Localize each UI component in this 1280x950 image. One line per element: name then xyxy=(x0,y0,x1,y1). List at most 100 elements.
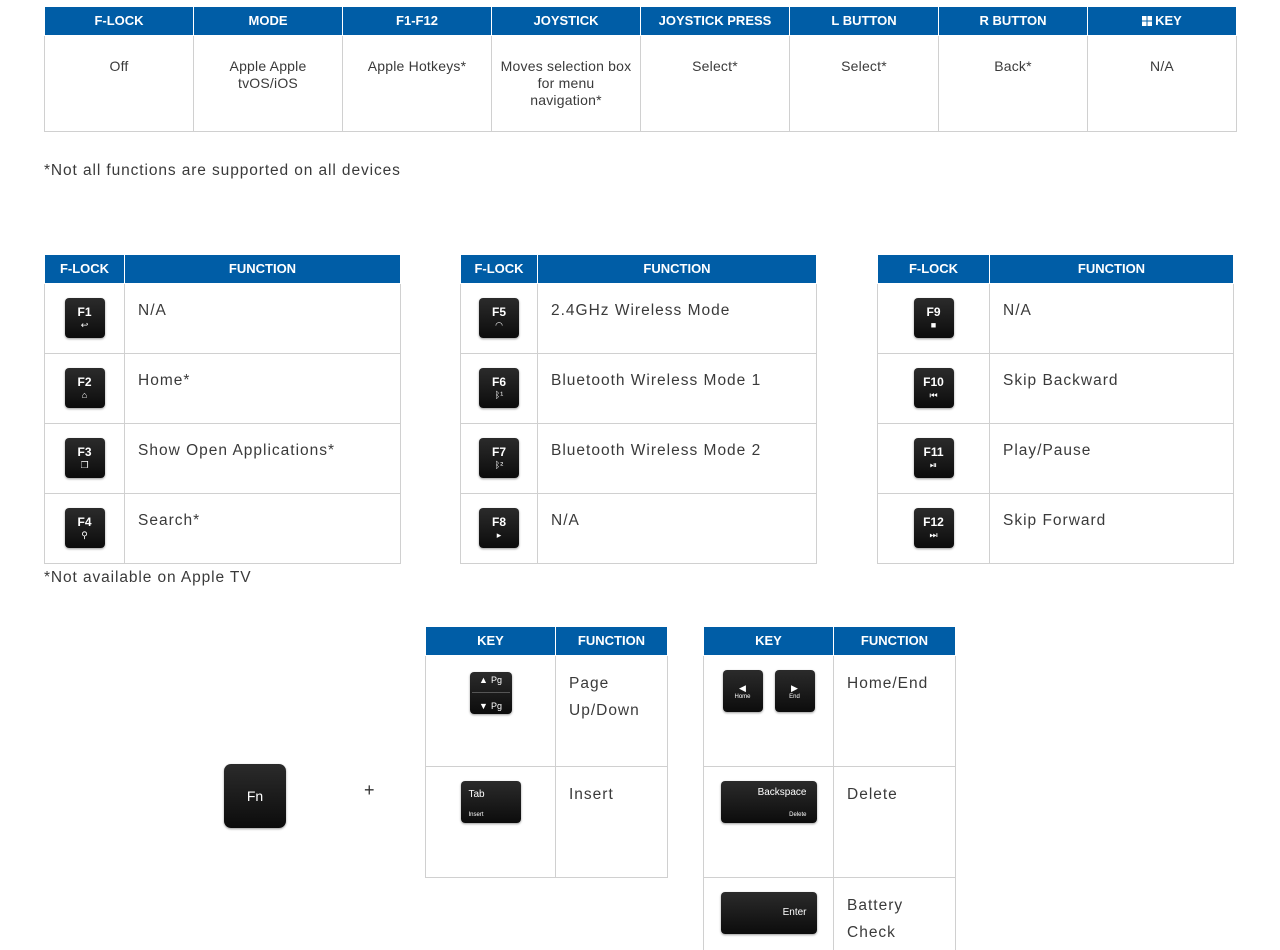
back-arrow-icon: ↩ xyxy=(80,320,89,330)
end-key: ▶ End xyxy=(774,669,815,712)
function-text: Page Up/Down xyxy=(555,654,668,767)
fkey-table-3: F-LOCK FUNCTION F9 ■ N/A F10 ⏮ Skip Backwa… xyxy=(877,255,1234,564)
cell-r-button: Back* xyxy=(938,34,1088,132)
play-pause-icon: ⏯ xyxy=(929,460,938,470)
play-circle-icon: ▸ xyxy=(496,530,502,540)
skip-forward-icon: ⏭ xyxy=(929,530,938,540)
cell-l-button: Select* xyxy=(789,34,939,132)
bluetooth-1-icon: ᛒ¹ xyxy=(494,390,504,400)
home-key: ◀ Home xyxy=(722,669,763,712)
table-row: Enter Battery Check xyxy=(703,876,956,950)
header-function: FUNCTION xyxy=(833,627,956,656)
header-function: FUNCTION xyxy=(537,255,817,284)
cell-f-lock: Off xyxy=(44,34,194,132)
header-f-lock: F-LOCK xyxy=(44,255,125,284)
header-mode: MODE xyxy=(193,7,343,36)
fkey-table-3-header: F-LOCK FUNCTION xyxy=(877,255,1234,284)
combo-table-1-header: KEY FUNCTION xyxy=(425,627,668,656)
function-text: Skip Forward xyxy=(989,492,1234,564)
f3-key: F3 ❐ xyxy=(64,438,105,478)
function-text: N/A xyxy=(124,282,401,354)
f6-key: F6 ᛒ¹ xyxy=(479,368,519,408)
wireless-icon: ◠ xyxy=(495,320,503,330)
home-icon: ⌂ xyxy=(81,390,88,400)
f4-key: F4 ⚲ xyxy=(64,508,105,548)
arrow-right-icon: ▶ xyxy=(791,682,798,693)
header-key: KEY xyxy=(703,627,834,656)
table-row: F4 ⚲ Search* xyxy=(44,492,401,564)
arrow-left-icon: ◀ xyxy=(739,682,746,693)
header-l-button: L BUTTON xyxy=(789,7,939,36)
search-icon: ⚲ xyxy=(81,530,88,540)
table-row: F2 ⌂ Home* xyxy=(44,352,401,424)
header-f1-f12: F1-F12 xyxy=(342,7,492,36)
mode-table: F-LOCK MODE F1-F12 JOYSTICK JOYSTICK PRE… xyxy=(44,7,1237,132)
tab-key: Tab Insert xyxy=(460,780,521,823)
header-f-lock: F-LOCK xyxy=(460,255,538,284)
function-text: Play/Pause xyxy=(989,422,1234,494)
open-apps-icon: ❐ xyxy=(80,460,89,470)
f10-key: F10 ⏮ xyxy=(913,368,954,408)
header-joystick: JOYSTICK xyxy=(491,7,641,36)
header-r-button: R BUTTON xyxy=(938,7,1088,36)
table-row: F3 ❐ Show Open Applications* xyxy=(44,422,401,494)
page-up-down-key: ▲ Pg ▼ Pg xyxy=(469,671,512,714)
cell-joystick: Moves selection box for menu navigation* xyxy=(491,34,641,132)
header-f-lock: F-LOCK xyxy=(877,255,990,284)
f12-key: F12 ⏭ xyxy=(913,508,954,548)
stop-icon: ■ xyxy=(930,320,937,330)
fkey-table-1: F-LOCK FUNCTION F1 ↩ N/A F2 ⌂ Home* F3 ❐ Sh… xyxy=(44,255,401,564)
fkey-table-1-header: F-LOCK FUNCTION xyxy=(44,255,401,284)
f8-key: F8 ▸ xyxy=(479,508,519,548)
header-function: FUNCTION xyxy=(989,255,1234,284)
combo-table-1: KEY FUNCTION ▲ Pg ▼ Pg Page Up/Down Tab In… xyxy=(425,627,668,878)
function-text: 2.4GHz Wireless Mode xyxy=(537,282,817,354)
function-text: Battery Check xyxy=(833,876,956,950)
f11-key: F11 ⏯ xyxy=(913,438,954,478)
function-text: N/A xyxy=(537,492,817,564)
table-row: F1 ↩ N/A xyxy=(44,282,401,354)
combo-table-2: KEY FUNCTION ◀ Home ▶ End Home/End Backspac… xyxy=(703,627,956,950)
f1-key: F1 ↩ xyxy=(64,298,105,338)
function-text: Bluetooth Wireless Mode 1 xyxy=(537,352,817,424)
cell-mode: Apple Apple tvOS/iOS xyxy=(193,34,343,132)
fkey-table-2: F-LOCK FUNCTION F5 ◠ 2.4GHz Wireless Mode… xyxy=(460,255,817,564)
table-row: F8 ▸ N/A xyxy=(460,492,817,564)
f9-key: F9 ■ xyxy=(913,298,954,338)
bluetooth-2-icon: ᛒ² xyxy=(494,460,504,470)
function-text: Home* xyxy=(124,352,401,424)
function-text: Insert xyxy=(555,765,668,878)
header-joystick-press: JOYSTICK PRESS xyxy=(640,7,790,36)
table-row: F12 ⏭ Skip Forward xyxy=(877,492,1234,564)
fn-key: Fn xyxy=(224,764,286,828)
function-text: Home/End xyxy=(833,654,956,767)
header-windows-key: KEY xyxy=(1087,7,1237,36)
f5-key: F5 ◠ xyxy=(479,298,519,338)
cell-windows-key: N/A xyxy=(1087,34,1237,132)
header-f-lock: F-LOCK xyxy=(44,7,194,36)
table-row: F5 ◠ 2.4GHz Wireless Mode xyxy=(460,282,817,354)
function-text: Show Open Applications* xyxy=(124,422,401,494)
function-text: Search* xyxy=(124,492,401,564)
function-text: Bluetooth Wireless Mode 2 xyxy=(537,422,817,494)
table-row: F10 ⏮ Skip Backward xyxy=(877,352,1234,424)
function-text: N/A xyxy=(989,282,1234,354)
fkey-table-2-header: F-LOCK FUNCTION xyxy=(460,255,817,284)
table-row: F6 ᛒ¹ Bluetooth Wireless Mode 1 xyxy=(460,352,817,424)
table-row: F7 ᛒ² Bluetooth Wireless Mode 2 xyxy=(460,422,817,494)
table-row: ◀ Home ▶ End Home/End xyxy=(703,654,956,767)
windows-logo-icon xyxy=(1142,16,1153,27)
cell-f1-f12: Apple Hotkeys* xyxy=(342,34,492,132)
table-row: ▲ Pg ▼ Pg Page Up/Down xyxy=(425,654,668,767)
arrow-down-icon: ▼ xyxy=(479,700,488,711)
note-devices: *Not all functions are supported on all … xyxy=(44,162,401,179)
note-apple-tv: *Not available on Apple TV xyxy=(44,569,252,586)
cell-joystick-press: Select* xyxy=(640,34,790,132)
header-key: KEY xyxy=(425,627,556,656)
table-row: Tab Insert Insert xyxy=(425,765,668,878)
combo-table-2-header: KEY FUNCTION xyxy=(703,627,956,656)
mode-table-header-row: F-LOCK MODE F1-F12 JOYSTICK JOYSTICK PRE… xyxy=(44,7,1237,36)
f7-key: F7 ᛒ² xyxy=(479,438,519,478)
function-text: Skip Backward xyxy=(989,352,1234,424)
enter-key: Enter xyxy=(720,891,817,934)
